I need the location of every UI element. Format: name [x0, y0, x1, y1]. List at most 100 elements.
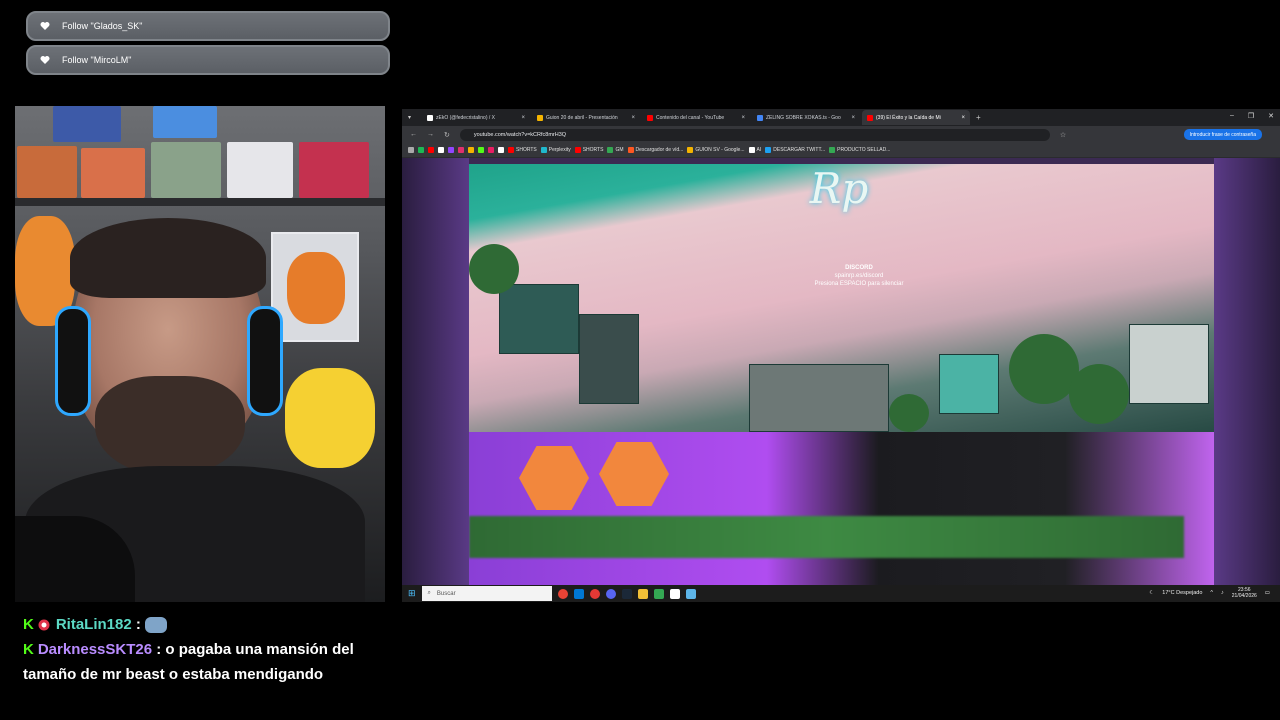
maximize-icon[interactable]: ❐ — [1248, 112, 1254, 120]
bookmark-star-icon[interactable]: ☆ — [1060, 131, 1066, 139]
bookmarks-bar: SHORTS Perplexity SHORTS GM Descargador … — [402, 143, 1280, 158]
x-icon — [427, 114, 433, 121]
bookmark-icon[interactable] — [438, 147, 444, 153]
folder-icon[interactable] — [637, 588, 648, 599]
browser-tab[interactable]: ZELING SOBRE XOKAS.ts - Goo × — [752, 110, 860, 125]
bookmark-icon[interactable] — [478, 147, 484, 153]
tab-search-icon[interactable]: ▾ — [408, 114, 420, 121]
volume-icon[interactable]: ♪ — [1221, 590, 1224, 596]
tab-label: zEkO (@fedecristalino) / X — [436, 114, 495, 121]
building — [939, 354, 999, 414]
page-backdrop — [402, 158, 469, 585]
video-overlay-text: DISCORD spainrp.es/discord Presiona ESPA… — [789, 264, 929, 288]
nanoleaf-panel — [519, 446, 589, 510]
close-tab-icon[interactable]: × — [851, 115, 855, 121]
edge-icon[interactable] — [573, 588, 584, 599]
tree — [889, 394, 929, 432]
browser-tabbar: ▾ zEkO (@fedecristalino) / X × Guion 20 d… — [402, 109, 1280, 126]
url-text: youtube.com/watch?v=kCRfc8mrH3Q — [473, 131, 567, 138]
search-placeholder: Buscar — [436, 590, 456, 597]
clock[interactable]: 23:56 21/04/2026 — [1232, 587, 1257, 599]
discord-icon[interactable] — [605, 588, 616, 599]
streamer-beard — [95, 376, 245, 476]
close-tab-icon[interactable]: × — [521, 115, 525, 121]
streamer-hair — [70, 218, 266, 298]
close-tab-icon[interactable]: × — [741, 115, 745, 121]
minimize-icon[interactable]: – — [1230, 112, 1234, 120]
bookmark-shorts[interactable]: SHORTS — [574, 147, 603, 153]
chrome-icon[interactable] — [557, 588, 568, 599]
browser-tab-active[interactable]: (39) El Éxito y la Caída de Mi × — [862, 110, 970, 125]
follow-alert: Follow "Glados_SK" — [26, 11, 390, 41]
tray-chevron-icon[interactable]: ^ — [1210, 590, 1213, 596]
forward-icon[interactable]: → — [427, 131, 434, 138]
kick-badge-icon: K — [23, 641, 34, 658]
tree — [1069, 364, 1129, 424]
browser-tab[interactable]: zEkO (@fedecristalino) / X × — [422, 110, 530, 125]
server-logo: Rp — [809, 164, 869, 213]
plush-pikachu — [285, 368, 375, 468]
windows-start-icon[interactable]: ⊞ — [408, 588, 416, 599]
browser-tab[interactable]: Guion 20 de abril - Presentación × — [532, 110, 640, 125]
building — [499, 284, 579, 354]
building — [1129, 324, 1209, 404]
bookmark-icon[interactable] — [488, 147, 494, 153]
chat-message: K RitaLin182 : — [23, 612, 363, 637]
url-input[interactable]: youtube.com/watch?v=kCRfc8mrH3Q — [459, 128, 1050, 141]
follow-alert: Follow "MircoLM" — [26, 45, 390, 75]
chat-username[interactable]: RitaLin182 — [56, 616, 132, 633]
address-bar-row: ← → ↻ youtube.com/watch?v=kCRfc8mrH3Q ☆ … — [402, 126, 1280, 143]
password-button[interactable]: Introducir frase de contraseña — [1183, 129, 1262, 140]
system-tray: ☾ 17°C Despejado ^ ♪ 23:56 21/04/2026 ▭ — [1149, 587, 1270, 599]
weather-text[interactable]: 17°C Despejado — [1162, 590, 1202, 596]
bookmark-producto[interactable]: PRODUCTO SELLAD... — [829, 147, 890, 153]
reload-icon[interactable]: ↻ — [444, 131, 450, 139]
youtube-icon — [647, 114, 653, 121]
obs-icon[interactable] — [589, 588, 600, 599]
window-controls: – ❐ ✕ — [1230, 112, 1274, 120]
bookmark-icon[interactable] — [428, 147, 434, 153]
taskbar-search[interactable]: ⌕ Buscar — [421, 586, 552, 601]
badge-icon — [38, 619, 50, 631]
webcam-feed — [15, 106, 385, 602]
charizard-card — [271, 232, 359, 342]
chat-username[interactable]: DarknessSKT26 — [38, 641, 152, 658]
collectible-box — [81, 148, 145, 198]
bookmark-shorts[interactable]: SHORTS — [508, 147, 537, 153]
notion-icon[interactable] — [669, 588, 680, 599]
building — [749, 364, 889, 432]
close-tab-icon[interactable]: × — [631, 115, 635, 121]
bookmark-downloader[interactable]: Descargador de víd... — [627, 147, 683, 153]
bookmark-icon[interactable] — [418, 147, 424, 153]
bookmark-gm[interactable]: GM — [607, 147, 624, 153]
bookmark-twitter-dl[interactable]: DESCARGAR TWITT... — [765, 147, 825, 153]
emote-icon — [145, 617, 168, 634]
page-backdrop — [1214, 158, 1280, 585]
tab-label: Guion 20 de abril - Presentación — [546, 114, 618, 121]
screen-capture: ▾ zEkO (@fedecristalino) / X × Guion 20 d… — [402, 109, 1280, 602]
bookmark-perplexity[interactable]: Perplexity — [540, 147, 571, 153]
bookmark-guion[interactable]: GUION SV - Google... — [687, 147, 745, 153]
windows-taskbar: ⊞ ⌕ Buscar ☾ 17°C Despejado ^ ♪ 23:56 21… — [402, 585, 1280, 602]
close-tab-icon[interactable]: × — [961, 115, 965, 121]
close-window-icon[interactable]: ✕ — [1268, 112, 1274, 120]
steam-icon[interactable] — [621, 588, 632, 599]
collectible-box — [53, 106, 121, 142]
bookmark-ai[interactable]: AI — [748, 147, 761, 153]
notifications-icon[interactable]: ▭ — [1265, 590, 1270, 596]
chat-separator: : — [156, 641, 162, 658]
app-icon[interactable] — [653, 588, 664, 599]
browser-tab[interactable]: Contenido del canal - YouTube × — [642, 110, 750, 125]
new-tab-icon[interactable]: + — [976, 113, 981, 122]
bookmark-icon[interactable] — [498, 147, 504, 153]
app-icon[interactable] — [685, 588, 696, 599]
bookmark-icon[interactable] — [458, 147, 464, 153]
bookmark-icon[interactable] — [448, 147, 454, 153]
video-player[interactable]: Rp DISCORD spainrp.es/discord Presiona E… — [469, 164, 1214, 432]
bookmark-icon[interactable] — [468, 147, 474, 153]
collectible-box — [153, 106, 217, 138]
tab-label: Contenido del canal - YouTube — [656, 114, 725, 121]
collectible-box — [17, 146, 77, 198]
back-icon[interactable]: ← — [410, 131, 417, 138]
bookmark-apps-icon[interactable] — [408, 147, 414, 153]
